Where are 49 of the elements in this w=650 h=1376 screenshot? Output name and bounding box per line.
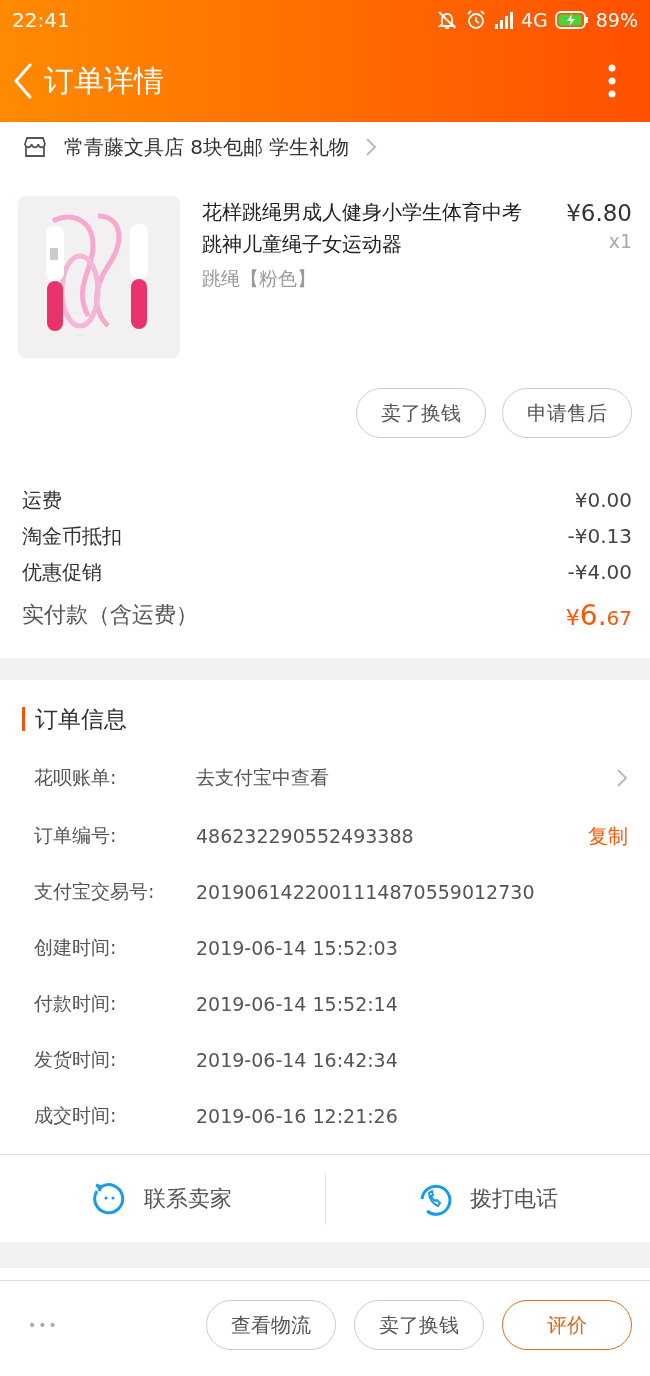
- info-label: 支付宝交易号:: [34, 879, 156, 904]
- contact-button[interactable]: 拨打电话: [324, 1172, 650, 1225]
- total-amount: ¥6.67: [565, 598, 632, 632]
- status-time: 22:41: [12, 8, 70, 32]
- product-price: ¥6.80: [565, 199, 632, 228]
- store-icon: [22, 136, 48, 158]
- fee-label: 实付款（含运费）: [22, 601, 198, 629]
- info-label: 创建时间:: [34, 935, 118, 960]
- chevron-right-icon: [365, 136, 378, 158]
- section-title: 订单信息: [35, 704, 127, 734]
- info-label: 成交时间:: [34, 1103, 118, 1128]
- product-title[interactable]: 花样跳绳男成人健身小学生体育中考跳神儿童绳子女运动器: [202, 196, 526, 260]
- action-button[interactable]: 评价: [502, 1300, 632, 1350]
- fee-value: -¥4.00: [567, 560, 632, 584]
- info-value: 486232290552493388: [196, 825, 415, 847]
- info-value: 2019-06-14 16:42:34: [196, 1049, 399, 1071]
- info-label: 付款时间:: [34, 991, 118, 1016]
- info-label: 花呗账单:: [34, 765, 118, 790]
- chat-face-icon: [92, 1181, 127, 1216]
- bell-muted-icon: [435, 9, 458, 31]
- info-value: 2019-06-14 15:52:03: [196, 937, 399, 959]
- chevron-right-icon: [616, 767, 628, 789]
- fee-value: -¥0.13: [567, 524, 632, 548]
- info-label: 订单编号:: [34, 823, 118, 848]
- fee-label: 淘金币抵扣: [22, 522, 122, 550]
- battery-percent: 89%: [595, 9, 638, 31]
- action-button[interactable]: 卖了换钱: [356, 388, 486, 438]
- action-button[interactable]: 查看物流: [206, 1300, 336, 1350]
- product-variant: 跳绳【粉色】: [202, 266, 317, 291]
- action-button[interactable]: 卖了换钱: [354, 1300, 484, 1350]
- back-icon[interactable]: [12, 62, 34, 100]
- signal-icon: [493, 11, 514, 29]
- network-label: 4G: [520, 9, 548, 31]
- fee-label: 优惠促销: [22, 558, 102, 586]
- fee-label: 运费: [22, 486, 62, 514]
- info-value: 2019-06-14 15:52:14: [196, 993, 399, 1015]
- info-value[interactable]: 去支付宝中查看: [196, 765, 616, 791]
- fee-value: ¥0.00: [574, 488, 632, 512]
- action-button[interactable]: 申请售后: [502, 388, 632, 438]
- shop-name[interactable]: 常青藤文具店 8块包邮 学生礼物: [64, 133, 350, 161]
- product-quantity: x1: [607, 230, 632, 252]
- contact-button[interactable]: 联系卖家: [0, 1172, 325, 1225]
- info-value: 2019-06-16 12:21:26: [196, 1105, 399, 1127]
- accent-bar: [22, 707, 25, 731]
- page-title: 订单详情: [44, 61, 164, 100]
- more-icon[interactable]: [608, 64, 616, 98]
- info-label: 发货时间:: [34, 1047, 118, 1072]
- info-value: 2019061422001114870559012730: [196, 881, 536, 903]
- battery-icon: [554, 11, 589, 29]
